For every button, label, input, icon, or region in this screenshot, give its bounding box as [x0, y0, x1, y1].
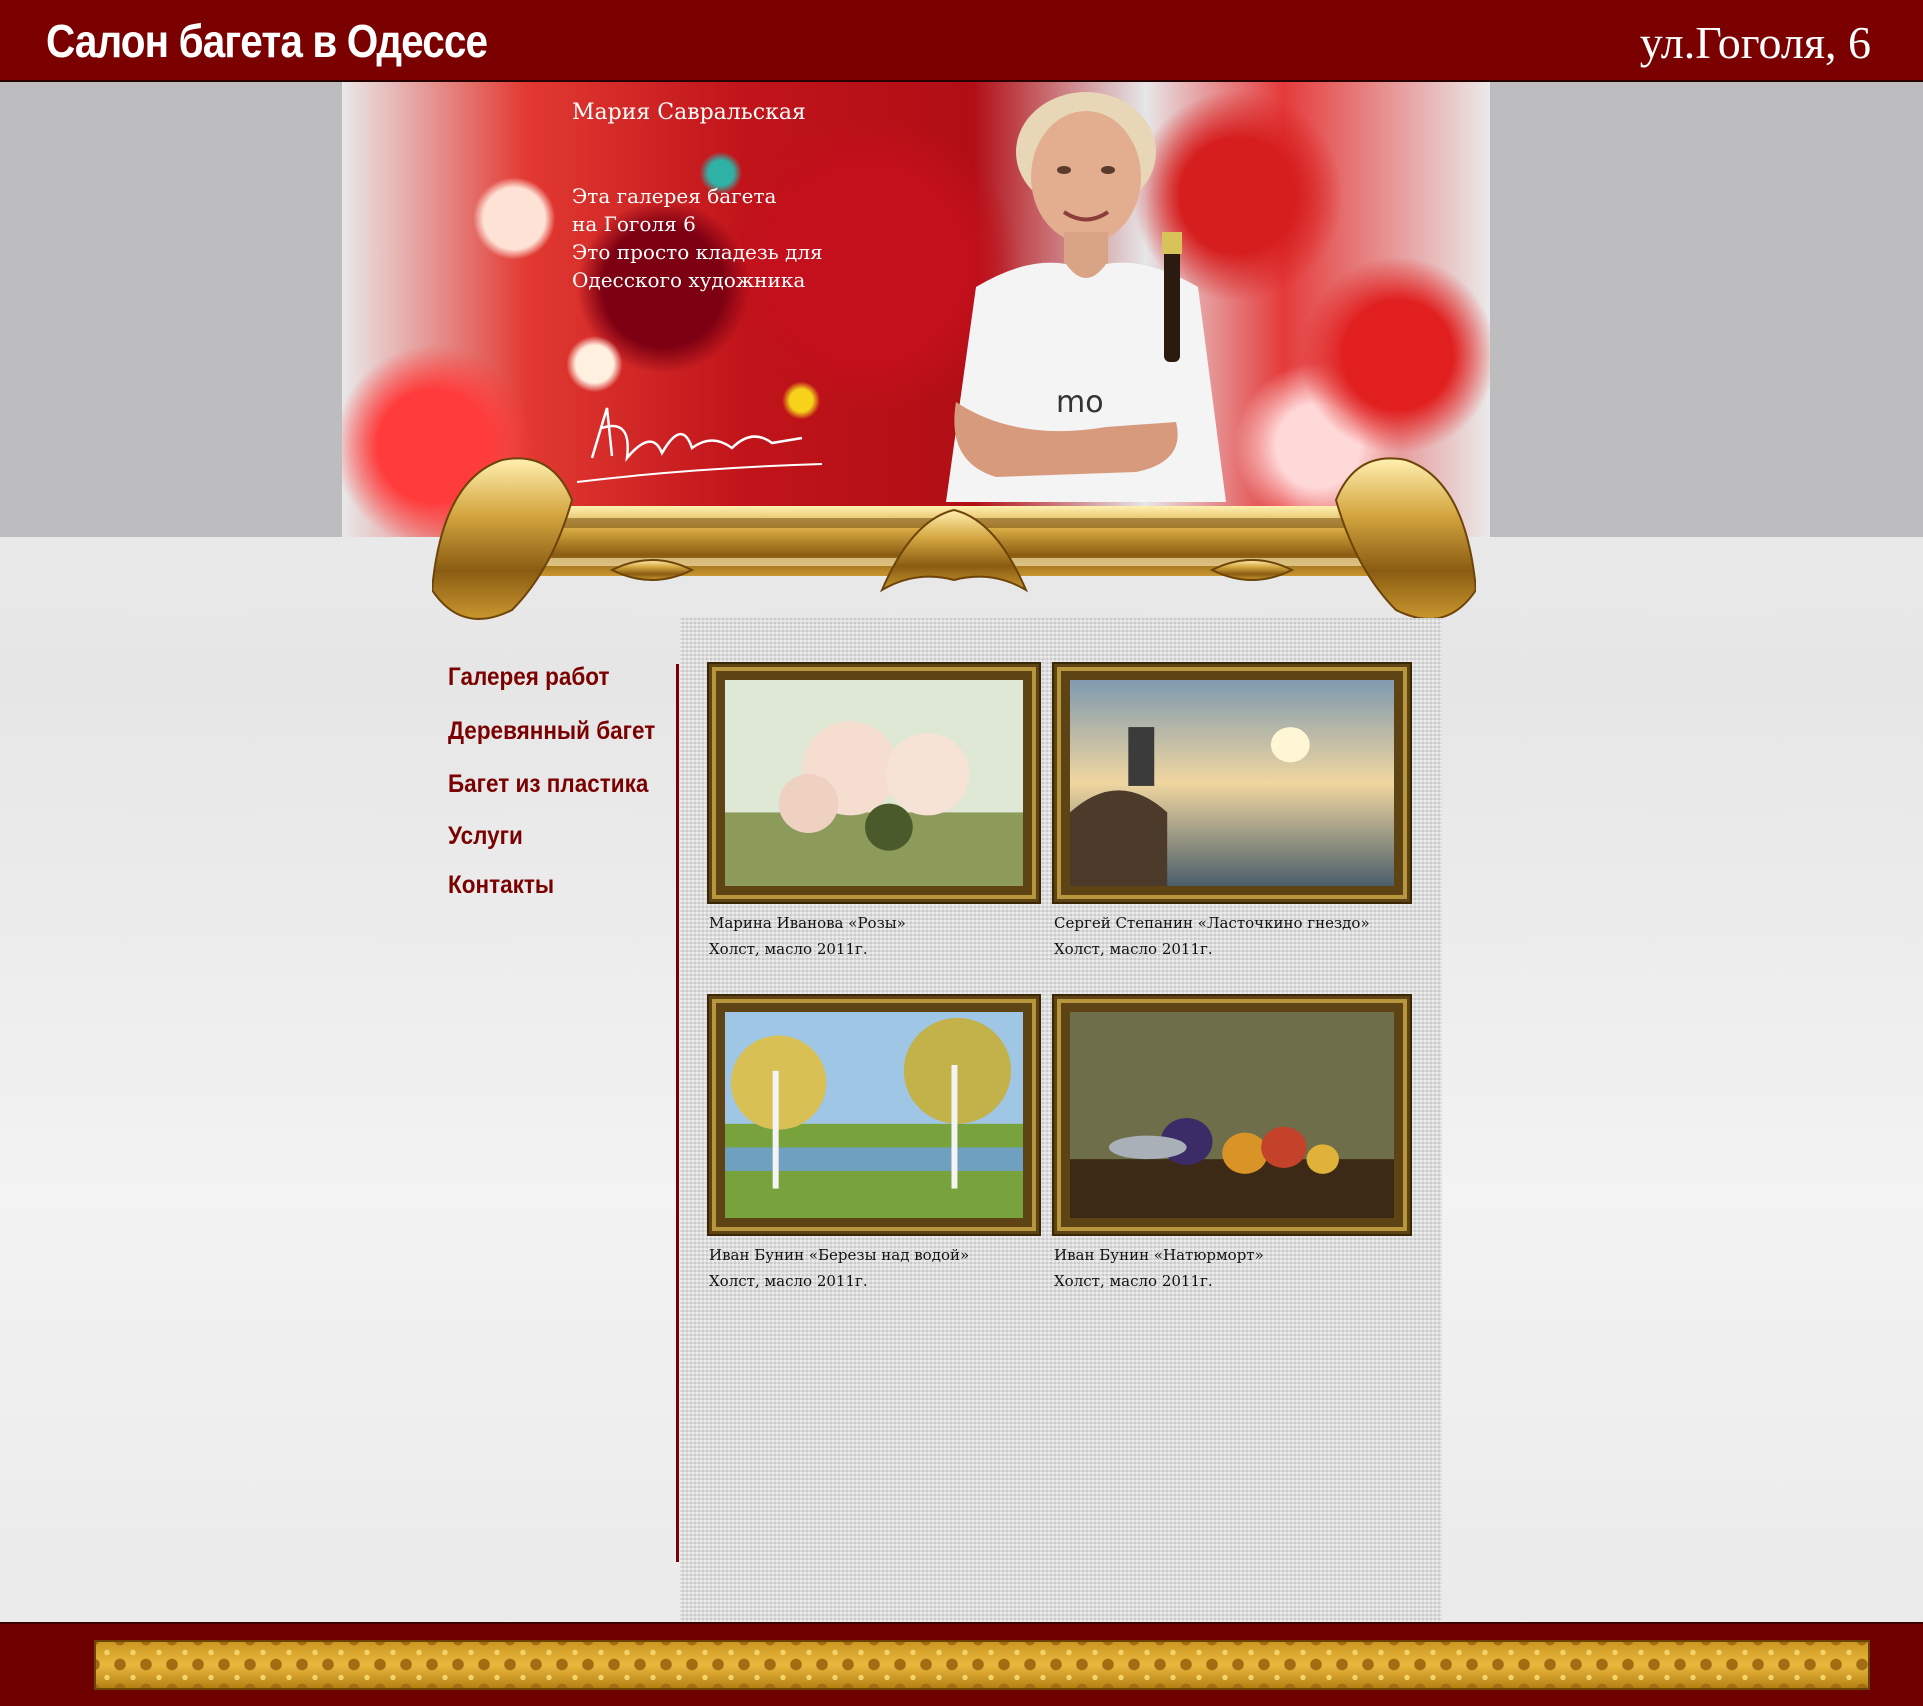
- footer-ornament-border: [94, 1640, 1870, 1690]
- nav-item-gallery[interactable]: Галерея работ: [448, 664, 650, 690]
- hero-description: Эта галерея багета на Гоголя 6 Это прост…: [572, 182, 823, 294]
- painting-still-life[interactable]: [1054, 996, 1410, 1234]
- hero-line: на Гоголя 6: [572, 212, 696, 236]
- painting-caption: Иван Бунин «Натюрморт» Холст, масло 2011…: [1054, 1242, 1406, 1294]
- site-title[interactable]: Салон багета в Одессе: [46, 14, 488, 68]
- header-address: ул.Гоголя, 6: [1639, 17, 1871, 68]
- nav-item-contacts[interactable]: Контакты: [448, 872, 650, 898]
- main-nav: Галерея работ Деревянный багет Багет из …: [448, 658, 672, 898]
- page: Салон багета в Одессе ул.Гоголя, 6 mo Ма…: [0, 0, 1923, 1706]
- caption-details: Холст, масло 2011г.: [1054, 940, 1213, 958]
- nav-item-services[interactable]: Услуги: [448, 823, 650, 849]
- hero-line: Одесского художника: [572, 268, 806, 292]
- gallery-card: Иван Бунин «Березы над водой» Холст, мас…: [709, 996, 1061, 1294]
- top-bar: Салон багета в Одессе ул.Гоголя, 6: [0, 0, 1923, 82]
- nav-item-wooden-frame[interactable]: Деревянный багет: [448, 718, 655, 744]
- painting-caption: Сергей Степанин «Ласточкино гнездо» Холс…: [1054, 910, 1406, 962]
- caption-title: Иван Бунин «Березы над водой»: [709, 1246, 970, 1264]
- footer: [0, 1622, 1923, 1706]
- svg-text:mo: mo: [1056, 385, 1104, 420]
- hero-line: Эта галерея багета: [572, 184, 777, 208]
- artist-photo: mo: [946, 92, 1226, 502]
- artist-name: Мария Савральская: [572, 100, 806, 125]
- painting-caption: Марина Иванова «Розы» Холст, масло 2011г…: [709, 910, 1061, 962]
- gallery-card: Иван Бунин «Натюрморт» Холст, масло 2011…: [1054, 996, 1410, 1294]
- ornate-frame-image: [432, 457, 1476, 620]
- caption-details: Холст, масло 2011г.: [709, 940, 868, 958]
- caption-title: Сергей Степанин «Ласточкино гнездо»: [1054, 914, 1370, 932]
- painting-birches[interactable]: [709, 996, 1039, 1234]
- hero-line: Это просто кладезь для: [572, 240, 823, 264]
- painting-caption: Иван Бунин «Березы над водой» Холст, мас…: [709, 1242, 1061, 1294]
- gallery-card: Сергей Степанин «Ласточкино гнездо» Холс…: [1054, 664, 1410, 962]
- painting-roses[interactable]: [709, 664, 1039, 902]
- nav-item-plastic-frame[interactable]: Багет из пластика: [448, 771, 650, 797]
- caption-details: Холст, масло 2011г.: [1054, 1272, 1213, 1290]
- gallery-card: Марина Иванова «Розы» Холст, масло 2011г…: [709, 664, 1061, 962]
- caption-title: Иван Бунин «Натюрморт»: [1054, 1246, 1264, 1264]
- nav-divider: [676, 664, 679, 1562]
- caption-title: Марина Иванова «Розы»: [709, 914, 906, 932]
- painting-swallows-nest[interactable]: [1054, 664, 1410, 902]
- caption-details: Холст, масло 2011г.: [709, 1272, 868, 1290]
